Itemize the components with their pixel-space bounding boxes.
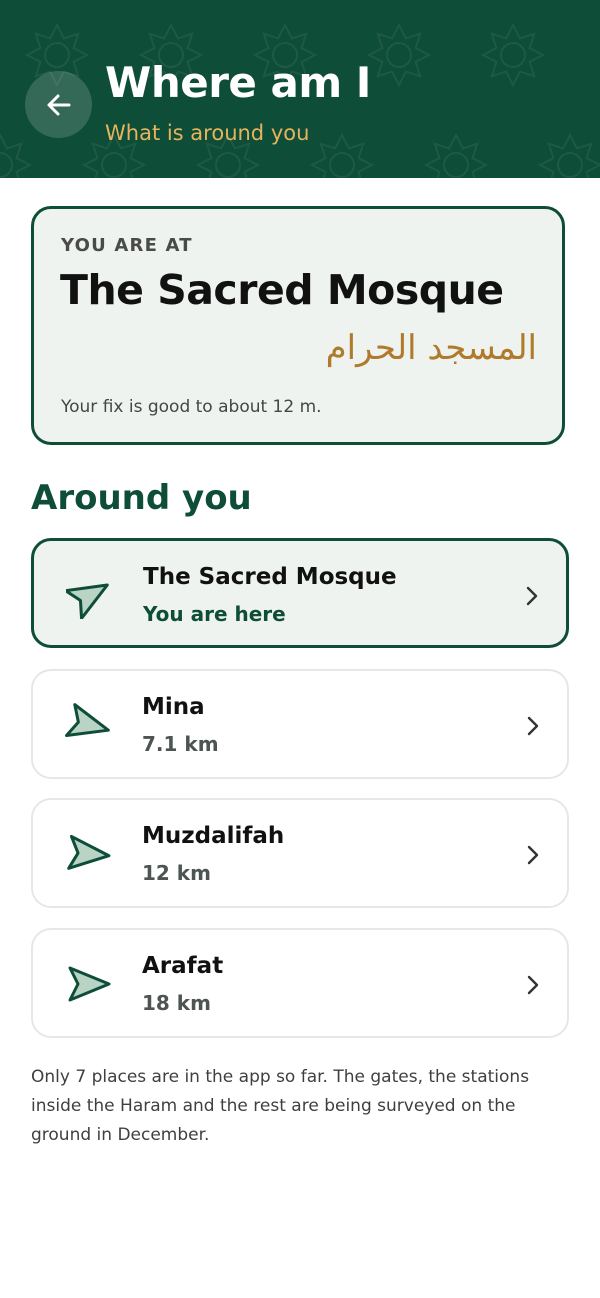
place-row-current[interactable]: The Sacred Mosque You are here bbox=[31, 538, 569, 648]
gps-accuracy-text: Your fix is good to about 12 m. bbox=[61, 397, 322, 417]
chevron-right-icon bbox=[527, 845, 539, 865]
footnote-text: Only 7 places are in the app so far. The… bbox=[31, 1067, 530, 1145]
place-distance: 18 km bbox=[142, 991, 211, 1015]
place-name: Mina bbox=[142, 694, 205, 720]
around-you-heading: Around you bbox=[31, 478, 252, 518]
direction-arrow-icon bbox=[66, 583, 109, 619]
chevron-right-icon bbox=[527, 716, 539, 736]
current-location-arabic-name: المسجد الحرام bbox=[325, 328, 537, 368]
arrow-left-icon bbox=[47, 94, 70, 115]
page-subtitle: What is around you bbox=[105, 121, 310, 145]
place-name: Arafat bbox=[142, 953, 224, 979]
place-row[interactable]: Arafat 18 km bbox=[31, 928, 569, 1038]
direction-arrow-icon bbox=[68, 966, 111, 1002]
place-name: Muzdalifah bbox=[142, 823, 285, 849]
page-title: Where am I bbox=[105, 58, 371, 107]
place-distance: 7.1 km bbox=[142, 732, 219, 756]
direction-arrow-icon bbox=[65, 703, 110, 738]
place-distance: 12 km bbox=[142, 861, 211, 885]
current-location-name: The Sacred Mosque bbox=[60, 266, 504, 314]
back-button[interactable] bbox=[25, 71, 92, 138]
current-location-card: YOU ARE AT The Sacred Mosque المسجد الحر… bbox=[31, 206, 565, 445]
place-row[interactable]: Mina 7.1 km bbox=[31, 669, 569, 779]
chevron-right-icon bbox=[527, 975, 539, 995]
place-name: The Sacred Mosque bbox=[143, 564, 397, 590]
direction-arrow-icon bbox=[67, 834, 111, 870]
you-are-here-label: You are here bbox=[143, 602, 286, 626]
chevron-right-icon bbox=[526, 586, 538, 606]
place-row[interactable]: Muzdalifah 12 km bbox=[31, 798, 569, 908]
app-header: Where am I What is around you bbox=[0, 0, 600, 178]
you-are-at-label: YOU ARE AT bbox=[61, 235, 193, 256]
